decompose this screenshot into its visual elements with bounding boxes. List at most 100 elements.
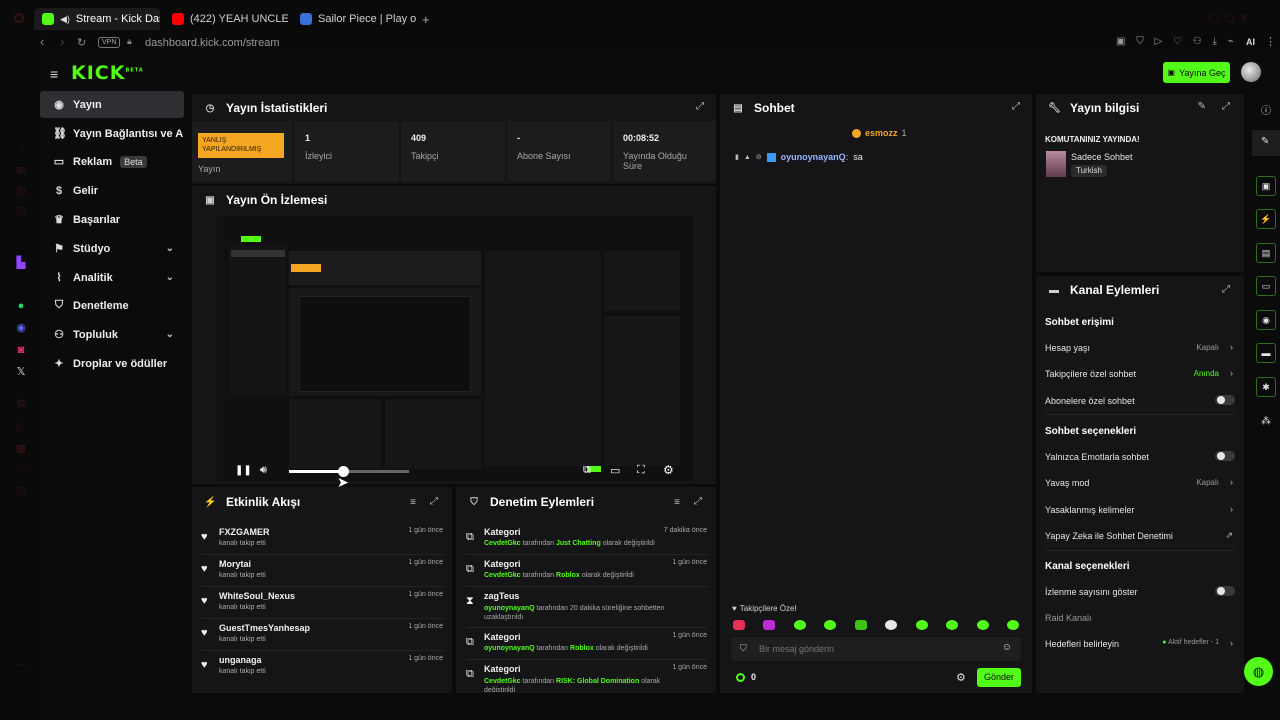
pin-icon[interactable]: ▲ <box>744 154 751 161</box>
chat-message-input[interactable] <box>759 641 989 657</box>
emote-7[interactable] <box>916 620 928 630</box>
kick-logo[interactable]: KICKBETA <box>71 62 144 84</box>
rail-play-icon[interactable]: ▷ <box>14 420 28 434</box>
chat-settings-icon[interactable]: ⚙ <box>956 671 966 684</box>
rail-heart-icon[interactable]: ♡ <box>14 463 28 477</box>
strip-stats-button[interactable]: ▤ <box>1256 243 1276 263</box>
rail-box-icon[interactable]: ▦ <box>14 442 28 456</box>
strip-preview-button[interactable]: ▣ <box>1256 176 1276 196</box>
expand-icon[interactable]: ⤢ <box>1222 284 1230 295</box>
expand-icon[interactable]: ⤢ <box>1222 101 1230 112</box>
info-icon[interactable]: ⓘ <box>1261 102 1271 117</box>
browser-menu-icon[interactable] <box>14 13 24 23</box>
browser-menu-dots-icon[interactable]: ⋮ <box>1265 35 1276 48</box>
window-controls[interactable]: ◯ ▢ ✕ <box>1208 13 1268 24</box>
emote-8[interactable] <box>946 620 958 630</box>
show-viewers-toggle[interactable] <box>1215 586 1235 596</box>
fullscreen-icon[interactable]: ⛶ <box>637 464 645 477</box>
pip-icon[interactable]: ⧉ <box>583 464 591 477</box>
strip-record-button[interactable]: ◉ <box>1256 310 1276 330</box>
sidebar-item-moderation[interactable]: ⛉ Denetleme <box>40 292 184 319</box>
theater-icon[interactable]: ▭ <box>610 464 620 477</box>
expand-icon[interactable]: ⤢ <box>430 496 438 507</box>
sidebar-item-community[interactable]: ⚇ Topluluk ⌄ <box>40 321 184 348</box>
filter-icon[interactable]: ≡ <box>410 497 416 508</box>
url-field[interactable]: dashboard.kick.com/stream <box>145 37 280 49</box>
tab-kick-dashboard[interactable]: ◀) Stream - Kick Dashboar <box>34 8 160 30</box>
tab-roblox[interactable]: Sailor Piece | Play on Roblo <box>292 8 416 30</box>
edit-icon[interactable]: ✎ <box>1261 136 1269 147</box>
followers-only-setting[interactable]: Takipçilere özel sohbet Anında › <box>1045 368 1235 379</box>
chat-username[interactable]: oyunoynayanQ <box>781 152 846 162</box>
forward-icon[interactable]: › <box>60 34 64 49</box>
volume-icon[interactable]: 🔊︎ <box>260 464 267 477</box>
send-button[interactable]: Gönder <box>977 668 1021 687</box>
sidebar-item-stream[interactable]: ◉ Yayın <box>40 91 184 118</box>
strip-activity-button[interactable]: ⚡ <box>1256 209 1276 229</box>
emote-1[interactable] <box>733 620 745 630</box>
emote-9[interactable] <box>977 620 989 630</box>
ai-moderation-setting[interactable]: Yapay Zeka ile Sohbet Denetimi ⇗ <box>1045 530 1235 541</box>
volume-slider[interactable] <box>289 466 409 477</box>
rail-clock-icon[interactable]: ◷ <box>14 484 28 498</box>
group-icon[interactable]: ⁂ <box>1261 416 1271 427</box>
expand-icon[interactable]: ⤢ <box>696 101 704 112</box>
rail-history-icon[interactable]: ◷ <box>14 204 28 218</box>
account-age-setting[interactable]: Hesap yaşı Kapalı › <box>1045 342 1235 353</box>
sidebar-item-stream-key[interactable]: ⛓ Yayın Bağlantısı ve Anahtar <box>40 120 184 147</box>
edit-icon[interactable]: ✎ <box>1198 101 1206 112</box>
subs-only-toggle[interactable] <box>1215 395 1235 405</box>
emote-10[interactable] <box>1007 620 1019 630</box>
emote-6[interactable] <box>885 620 897 630</box>
emote-3[interactable] <box>794 620 806 630</box>
goals-setting[interactable]: Hedefleri belirleyin ● Aktif hedefler - … <box>1045 638 1235 649</box>
rail-twitch-icon[interactable]: ▙ <box>14 256 28 270</box>
category-name[interactable]: Sadece Sohbet <box>1071 152 1133 162</box>
pinned-viewer[interactable]: esmozz 1 <box>852 128 907 138</box>
sidebar-item-achievements[interactable]: ♛ Başarılar <box>40 206 184 233</box>
rail-more-icon[interactable]: ⋯ <box>14 658 28 672</box>
stream-preview-video[interactable]: ❚❚ 🔊︎ ⧉ ▭ ⛶ ⚙ <box>217 216 693 481</box>
browser-toolbar-icons[interactable]: ▣ ⛉ ▷ ♡ ⚇ ⤓ ⌁ <box>1116 36 1234 47</box>
emote-5[interactable] <box>855 620 867 630</box>
tab-youtube[interactable]: (422) YEAH UNCLE | Mada <box>164 8 288 30</box>
back-icon[interactable]: ‹ <box>40 34 44 49</box>
rail-whatsapp-icon[interactable]: ● <box>14 299 28 313</box>
sidebar-item-revenue[interactable]: $ Gelir <box>40 177 184 204</box>
rail-bookmark-icon[interactable]: ◎ <box>14 184 28 198</box>
hamburger-menu-icon[interactable]: ≡ <box>50 66 60 82</box>
channel-points[interactable]: 0 <box>736 672 756 682</box>
strip-chat-button[interactable]: ▭ <box>1256 276 1276 296</box>
go-live-button[interactable]: ▣ Yayına Geç <box>1163 62 1230 83</box>
strip-channel-button[interactable]: ▬ <box>1256 343 1276 363</box>
avatar[interactable] <box>1241 62 1261 82</box>
raid-setting[interactable]: Raid Kanalı <box>1045 613 1235 623</box>
sidebar-item-studio[interactable]: ⚑ Stüdyo ⌄ <box>40 235 184 262</box>
pause-icon[interactable]: ❚❚ <box>235 465 252 476</box>
sidebar-item-drops[interactable]: ✦ Droplar ve ödüller <box>40 350 184 377</box>
rail-instagram-icon[interactable]: ◙ <box>14 343 28 357</box>
ai-button[interactable]: AI <box>1246 37 1255 47</box>
chat-input-box[interactable]: ⛉ ☺ <box>731 637 1021 661</box>
rail-discord-icon[interactable]: ◉ <box>14 321 28 335</box>
vpn-badge[interactable]: VPN <box>98 37 121 48</box>
emote-2[interactable] <box>763 620 775 630</box>
banned-words-setting[interactable]: Yasaklanmış kelimeler › <box>1045 504 1235 515</box>
expand-icon[interactable]: ⤢ <box>694 496 702 507</box>
strip-wrench-button[interactable]: ✱ <box>1256 377 1276 397</box>
reload-icon[interactable]: ↻ <box>77 36 86 49</box>
sidebar-item-analytics[interactable]: ⌇ Analitik ⌄ <box>40 264 184 291</box>
support-chat-button[interactable]: ◍ <box>1244 657 1273 686</box>
ban-icon[interactable]: ⊘ <box>756 153 762 161</box>
emote-4[interactable] <box>824 620 836 630</box>
filter-icon[interactable]: ≡ <box>674 497 680 508</box>
rail-home-icon[interactable]: ⌂ <box>14 140 28 154</box>
expand-icon[interactable]: ⤢ <box>1012 101 1020 112</box>
emotes-only-toggle[interactable] <box>1215 451 1235 461</box>
rail-x-icon[interactable]: 𝕏 <box>14 365 28 379</box>
new-tab-icon[interactable]: + <box>422 12 430 27</box>
rail-settings-icon[interactable]: ⚙ <box>14 397 28 411</box>
delete-icon[interactable]: ▮ <box>735 153 739 161</box>
rail-mail-icon[interactable]: ✉ <box>14 164 28 178</box>
settings-gear-icon[interactable]: ⚙ <box>663 463 674 477</box>
